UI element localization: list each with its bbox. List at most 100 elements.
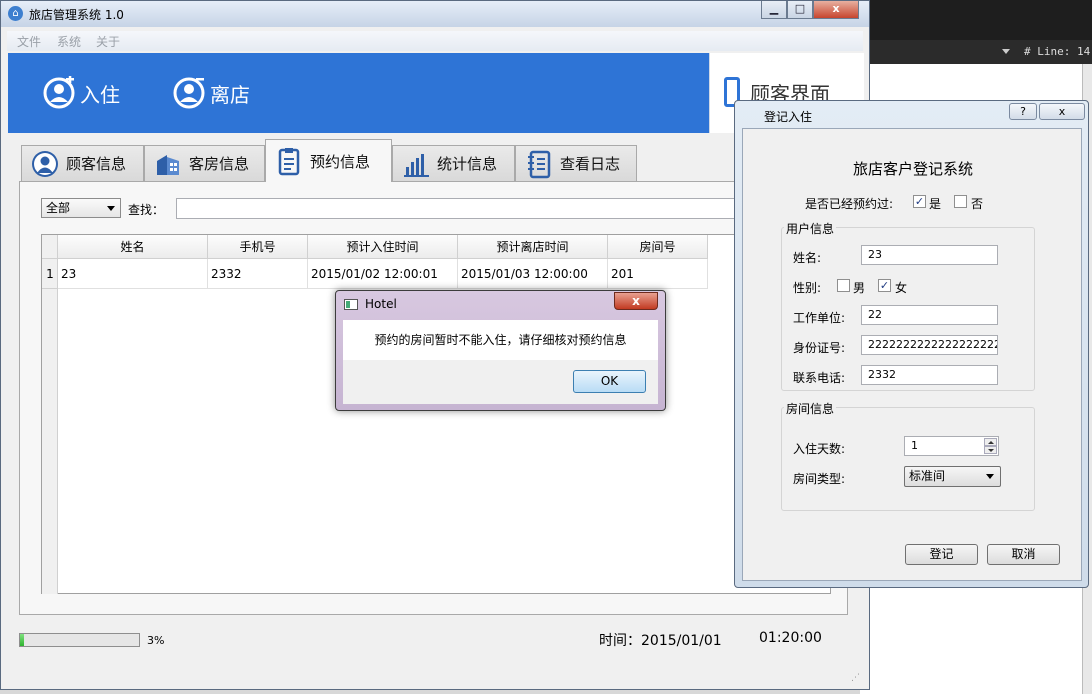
tab-label: 查看日志: [560, 155, 621, 173]
gender-label: 性别:: [793, 281, 822, 295]
table-cell-checkout-time[interactable]: 2015/01/03 12:00:00: [458, 259, 608, 289]
hotel-message-box: Hotel x 预约的房间暂时不能入住，请仔细核对预约信息 OK: [335, 290, 666, 411]
main-window-title: 旅店管理系统 1.0: [29, 8, 124, 22]
close-button[interactable]: x: [813, 1, 859, 19]
menu-file[interactable]: 文件: [17, 33, 41, 50]
table-corner: [42, 235, 58, 259]
column-header-room-number[interactable]: 房间号: [608, 235, 708, 259]
minimize-button[interactable]: ▁: [761, 1, 787, 19]
clipboard-icon: [278, 148, 300, 176]
company-label: 工作单位:: [793, 311, 846, 325]
row-header-column: [42, 259, 58, 594]
phone-field[interactable]: 2332: [861, 365, 998, 385]
column-header-checkin-time[interactable]: 预计入住时间: [308, 235, 458, 259]
name-field[interactable]: 23: [861, 245, 998, 265]
column-header-phone[interactable]: 手机号: [208, 235, 308, 259]
cancel-button[interactable]: 取消: [987, 544, 1060, 565]
menu-system[interactable]: 系统: [57, 33, 81, 50]
dropdown-arrow-icon[interactable]: [1002, 49, 1010, 54]
tab-label: 预约信息: [310, 152, 371, 171]
menubar: 文件 系统 关于: [7, 31, 863, 51]
chevron-down-icon: [986, 474, 994, 479]
window-controls: ▁ □ x: [761, 1, 859, 19]
filter-selected-value: 全部: [46, 201, 71, 215]
checkin-label: 入住: [80, 82, 120, 107]
banner: 入住 离店: [8, 53, 709, 133]
search-input[interactable]: [176, 198, 736, 219]
ok-button[interactable]: OK: [573, 370, 646, 393]
help-button[interactable]: ?: [1009, 103, 1037, 120]
table-cell-name[interactable]: 23: [58, 259, 208, 289]
clock-display: 01:20:00: [759, 630, 822, 646]
resize-grip-icon[interactable]: ⋰: [851, 673, 863, 685]
maximize-button[interactable]: □: [787, 1, 813, 19]
phone-label: 联系电话:: [793, 371, 846, 385]
id-number-field[interactable]: 2222222222222222222: [861, 335, 998, 355]
message-box-footer: OK: [343, 360, 658, 404]
progress-bar: [19, 633, 140, 647]
message-text: 预约的房间暂时不能入住，请仔细核对预约信息: [343, 320, 658, 360]
tab-room-info[interactable]: 客房信息: [144, 145, 265, 181]
menu-about[interactable]: 关于: [96, 33, 120, 50]
message-box-close-button[interactable]: x: [614, 292, 658, 310]
notebook-icon: [528, 150, 551, 178]
stay-days-spinbox[interactable]: 1: [904, 436, 999, 456]
user-add-icon: [43, 76, 75, 109]
tab-reservation-info[interactable]: 预约信息: [265, 139, 392, 182]
room-type-label: 房间类型:: [793, 472, 846, 486]
chevron-down-icon: [107, 206, 115, 211]
column-header-name[interactable]: 姓名: [58, 235, 208, 259]
company-field[interactable]: 22: [861, 305, 998, 325]
name-label: 姓名:: [793, 251, 822, 265]
dialog-heading: 旅店客户登记系统: [852, 160, 973, 178]
editor-status-bar: # Line: 14: [860, 40, 1092, 64]
tab-label: 客房信息: [189, 155, 250, 173]
editor-line-indicator: # Line: 14: [1024, 45, 1091, 58]
tab-view-log[interactable]: 查看日志: [515, 145, 637, 181]
reserved-yes-label: 是: [929, 197, 942, 211]
tab-label: 顾客信息: [66, 155, 127, 173]
bar-chart-icon: [404, 153, 429, 177]
room-info-group-title: 房间信息: [784, 400, 837, 417]
gender-male-checkbox[interactable]: [837, 279, 850, 292]
register-button[interactable]: 登记: [905, 544, 978, 565]
room-type-value: 标准间: [909, 469, 946, 483]
spin-down-icon[interactable]: [984, 446, 997, 454]
table-cell-room-number[interactable]: 201: [608, 259, 708, 289]
register-checkin-dialog: 登记入住 ? x 旅店客户登记系统 是否已经预约过: ✓ 是 否 用户信息 姓名…: [734, 100, 1089, 588]
tab-customer-info[interactable]: 顾客信息: [21, 145, 144, 181]
main-titlebar[interactable]: ⌂ 旅店管理系统 1.0 ▁ □ x: [1, 1, 869, 27]
checkin-button[interactable]: 入住: [42, 75, 120, 111]
gender-female-label: 女: [895, 281, 908, 295]
spin-up-icon[interactable]: [984, 438, 997, 446]
column-header-checkout-time[interactable]: 预计离店时间: [458, 235, 608, 259]
reservation-table: 姓名 手机号 预计入住时间 预计离店时间 房间号 1 23 2332 2015/…: [41, 234, 831, 594]
user-circle-icon: [32, 150, 58, 177]
search-label: 查找：: [128, 203, 165, 217]
table-cell-phone[interactable]: 2332: [208, 259, 308, 289]
progress-percent: 3%: [147, 634, 165, 647]
dialog-body: 旅店客户登记系统 是否已经预约过: ✓ 是 否 用户信息 姓名: 23 性别: …: [742, 128, 1082, 581]
room-type-select[interactable]: 标准间: [904, 466, 1001, 487]
table-cell-checkin-time[interactable]: 2015/01/02 12:00:01: [308, 259, 458, 289]
reserved-question-label: 是否已经预约过:: [805, 197, 894, 211]
checkout-button[interactable]: 离店: [172, 75, 250, 111]
home-icon: ⌂: [8, 6, 23, 21]
gender-male-label: 男: [853, 281, 866, 295]
building-icon: [157, 154, 179, 175]
gender-female-checkbox[interactable]: ✓: [878, 279, 891, 292]
user-info-group-title: 用户信息: [784, 220, 837, 237]
reserved-no-checkbox[interactable]: [954, 195, 967, 208]
progress-fill: [20, 634, 24, 646]
dialog-close-button[interactable]: x: [1039, 103, 1085, 120]
id-number-label: 身份证号:: [793, 341, 846, 355]
date-display: 时间：2015/01/01: [599, 633, 722, 649]
dialog-title: 登记入住: [764, 110, 813, 124]
tab-statistics[interactable]: 统计信息: [392, 145, 515, 181]
filter-select[interactable]: 全部: [41, 198, 121, 218]
window-icon: [344, 299, 358, 310]
row-number[interactable]: 1: [42, 259, 58, 289]
reserved-yes-checkbox[interactable]: ✓: [913, 195, 926, 208]
editor-top-area: [860, 0, 1092, 40]
tab-label: 统计信息: [437, 155, 498, 173]
